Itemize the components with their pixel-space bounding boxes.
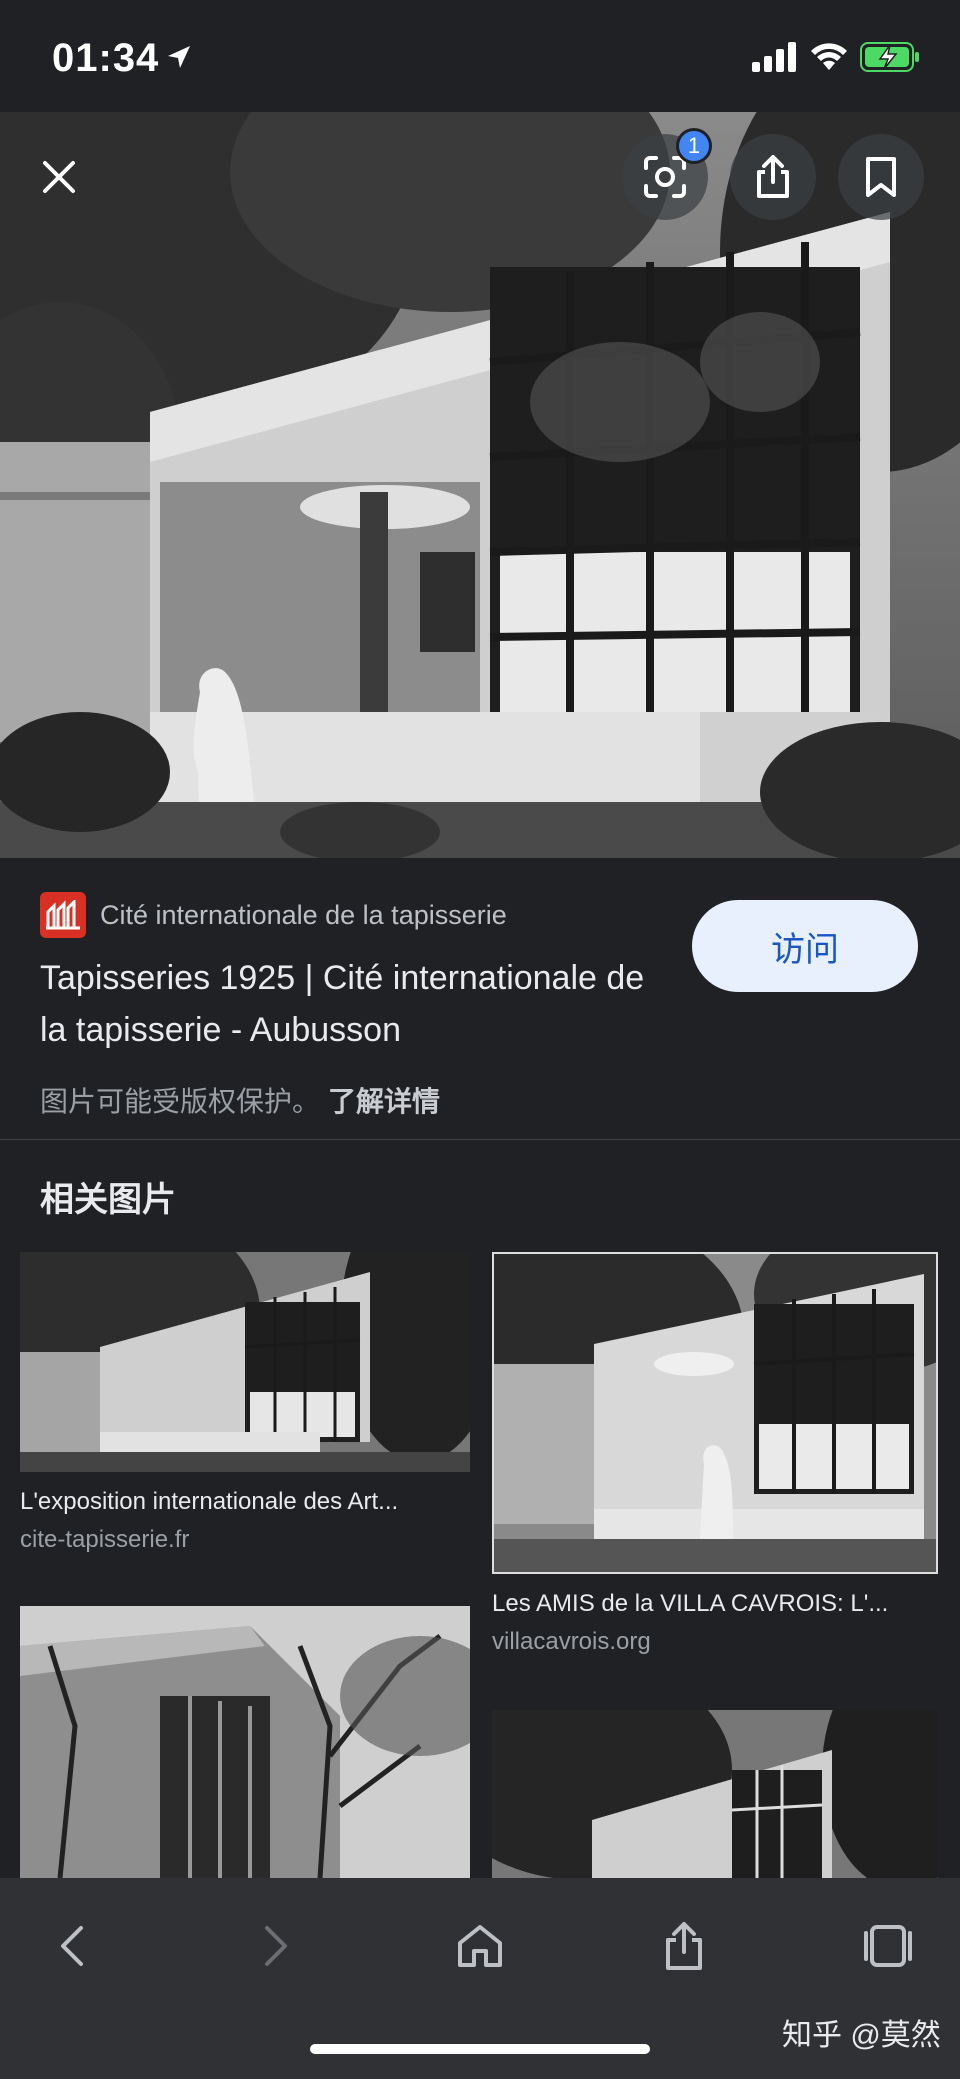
share-icon: [666, 1922, 702, 1970]
site-logo: [40, 892, 86, 938]
home-indicator[interactable]: [310, 2044, 650, 2054]
chevron-right-icon: [265, 1926, 287, 1966]
copyright-notice: 图片可能受版权保护。 了解详情: [40, 1080, 440, 1120]
related-images-heading: 相关图片: [40, 1181, 176, 1219]
tabs-icon: [864, 1925, 912, 1967]
close-button[interactable]: [26, 144, 92, 210]
home-icon: [458, 1925, 502, 1967]
related-title[interactable]: L'exposition internationale des Art...: [20, 1488, 470, 1516]
related-thumbnail[interactable]: [20, 1606, 470, 1878]
related-thumbnail[interactable]: [20, 1252, 470, 1472]
status-bar: 01:34: [0, 0, 960, 112]
battery-charging-icon: [860, 42, 919, 72]
related-thumbnail[interactable]: [492, 1252, 938, 1574]
chevron-left-icon: [61, 1926, 83, 1966]
learn-more-link[interactable]: 了解详情: [328, 1086, 440, 1117]
related-card[interactable]: [20, 1606, 470, 1878]
tapestry-logo-icon: [46, 900, 80, 930]
cellular-signal-icon: [752, 42, 796, 72]
building-photo: [0, 112, 960, 858]
watermark: 知乎 @莫然: [782, 2019, 941, 2052]
share-icon: [757, 155, 789, 198]
divider: [0, 1139, 960, 1140]
lens-icon: [644, 156, 686, 198]
related-card[interactable]: [492, 1710, 938, 1878]
related-card[interactable]: L'exposition internationale des Art... c…: [20, 1252, 470, 1554]
location-arrow-icon: [168, 46, 190, 68]
bookmark-icon: [866, 157, 896, 197]
main-image[interactable]: 1: [0, 112, 960, 858]
lens-badge: 1: [676, 128, 712, 164]
visit-button[interactable]: 访问: [692, 900, 918, 992]
back-button[interactable]: [32, 1906, 112, 1986]
forward-button[interactable]: [236, 1906, 316, 1986]
source-site-name: Cité internationale de la tapisserie: [100, 899, 507, 930]
home-button[interactable]: [440, 1906, 520, 1986]
wifi-icon: [811, 43, 847, 70]
related-domain: villacavrois.org: [492, 1628, 651, 1655]
bottom-toolbar: 知乎 @莫然: [0, 1878, 960, 2079]
result-title[interactable]: Tapisseries 1925 | Cité internationale d…: [40, 952, 680, 1056]
related-thumbnail[interactable]: [492, 1710, 938, 1878]
lens-search-button[interactable]: 1: [622, 128, 712, 220]
close-icon: [43, 161, 75, 193]
status-time: 01:34: [52, 36, 160, 80]
share-button[interactable]: [644, 1906, 724, 1986]
copyright-text: 图片可能受版权保护。: [40, 1086, 321, 1117]
related-card[interactable]: Les AMIS de la VILLA CAVROIS: L'... vill…: [492, 1252, 938, 1656]
share-image-button[interactable]: [730, 134, 816, 220]
tabs-button[interactable]: [848, 1906, 928, 1986]
related-title[interactable]: Les AMIS de la VILLA CAVROIS: L'...: [492, 1590, 938, 1618]
source-row[interactable]: Cité internationale de la tapisserie: [40, 892, 507, 938]
save-bookmark-button[interactable]: [838, 134, 924, 220]
related-domain: cite-tapisserie.fr: [20, 1526, 190, 1553]
